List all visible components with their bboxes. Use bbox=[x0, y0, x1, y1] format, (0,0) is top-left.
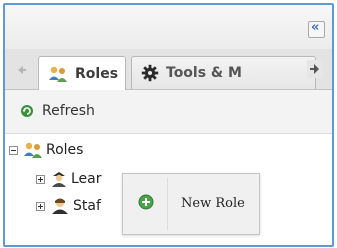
gear-icon bbox=[141, 64, 159, 82]
refresh-icon bbox=[21, 105, 33, 117]
double-chevron-left-icon: « bbox=[311, 20, 320, 35]
menu-icon-separator bbox=[167, 178, 168, 230]
tree-node-label: Roles bbox=[46, 142, 84, 158]
toolbar: Refresh bbox=[5, 90, 332, 134]
tree-node-role[interactable]: Lear bbox=[36, 170, 102, 188]
tab-tools-label: Tools & M bbox=[166, 65, 242, 81]
add-icon bbox=[138, 194, 154, 210]
staff-icon bbox=[52, 198, 68, 214]
tree-node-label: Lear bbox=[71, 171, 102, 187]
arrow-left-icon bbox=[18, 66, 26, 74]
user-icon bbox=[52, 172, 66, 187]
new-role-label: New Role bbox=[181, 196, 245, 211]
tab-roles-label: Roles bbox=[75, 65, 119, 82]
expand-toggle-icon[interactable] bbox=[36, 201, 45, 211]
tree-node-label: Staf bbox=[73, 198, 101, 214]
tree-node-role[interactable]: Staf bbox=[36, 197, 101, 215]
roles-panel: « Roles Tools & M Refresh Roles Lear Sta… bbox=[3, 3, 334, 247]
expand-toggle-icon[interactable] bbox=[36, 174, 45, 184]
refresh-label: Refresh bbox=[42, 103, 95, 119]
arrow-right-icon bbox=[310, 64, 319, 74]
users-group-icon bbox=[24, 142, 42, 158]
collapse-toggle-icon[interactable] bbox=[9, 145, 18, 155]
context-menu: New Role bbox=[122, 173, 260, 235]
refresh-button[interactable]: Refresh bbox=[20, 103, 95, 119]
new-role-menu-item[interactable]: New Role bbox=[123, 174, 259, 234]
collapse-panel-button[interactable]: « bbox=[308, 20, 325, 38]
tab-roles[interactable]: Roles bbox=[38, 56, 126, 90]
tab-tools[interactable]: Tools & M bbox=[131, 56, 316, 89]
tab-scroll-right-button[interactable] bbox=[307, 60, 323, 78]
tree-node-roles[interactable]: Roles bbox=[9, 141, 83, 159]
tab-scroll-left-button[interactable] bbox=[14, 62, 28, 76]
panel-header: « bbox=[5, 5, 332, 49]
tab-bar: Roles Tools & M bbox=[5, 49, 332, 90]
users-group-icon bbox=[49, 66, 67, 82]
